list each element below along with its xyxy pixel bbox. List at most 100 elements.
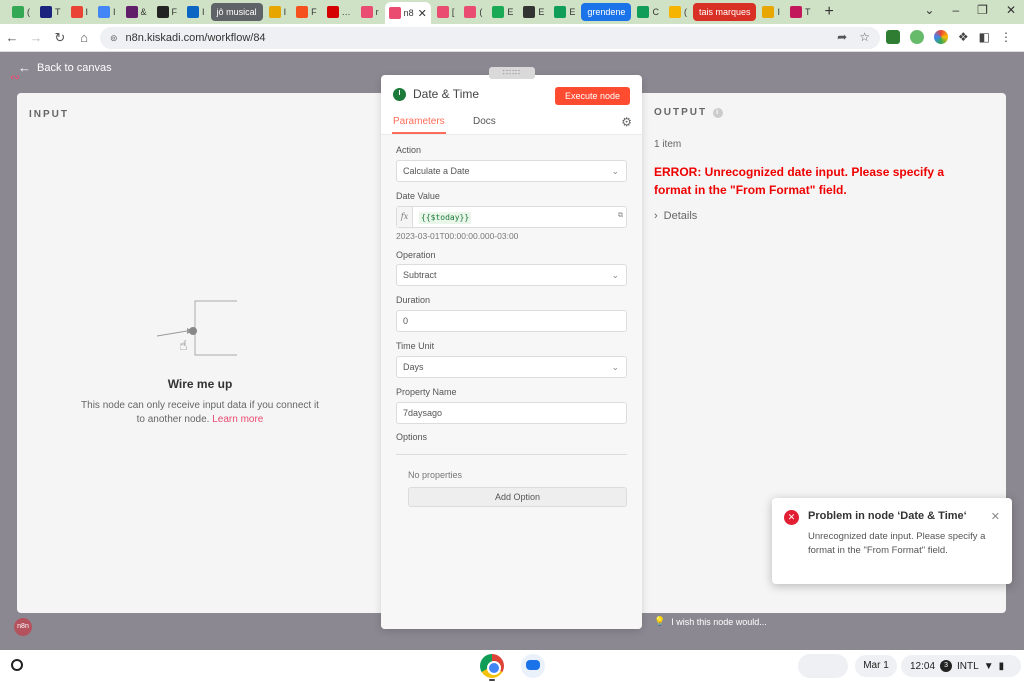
side-panel-icon[interactable]: ◧ — [979, 30, 990, 44]
browser-tab[interactable]: ( — [460, 3, 486, 21]
tab-favicon-icon — [98, 6, 111, 18]
tab-favicon-icon — [637, 6, 650, 18]
execute-node-button[interactable]: Execute node — [554, 87, 630, 105]
close-icon[interactable]: ✕ — [991, 510, 1000, 523]
drag-handle[interactable]: ∷∷∷ — [489, 67, 535, 79]
back-arrow-icon[interactable]: ← — [0, 30, 24, 45]
operation-select[interactable]: Subtract ⌄ — [396, 264, 627, 286]
details-label: Details — [663, 210, 698, 222]
tray-thumbnails[interactable] — [798, 654, 848, 678]
tab-favicon-icon — [296, 6, 309, 18]
browser-tab[interactable]: … — [323, 3, 355, 21]
chevron-down-icon[interactable]: ⌄ — [924, 3, 934, 17]
error-icon: ✕ — [784, 510, 799, 525]
site-info-icon[interactable]: ⊚ — [110, 33, 118, 44]
options-label: Options — [396, 432, 428, 442]
details-toggle[interactable]: › Details — [654, 210, 697, 222]
browser-tab[interactable]: T — [786, 3, 815, 21]
tab-favicon-icon — [156, 6, 169, 18]
toast-title: Problem in node ‘Date & Time‘ — [808, 510, 967, 522]
close-icon[interactable]: ✕ — [1006, 3, 1016, 17]
action-select[interactable]: Calculate a Date ⌄ — [396, 160, 627, 182]
tab-label: F — [311, 7, 317, 17]
launcher-icon[interactable] — [11, 659, 23, 671]
browser-tab[interactable]: jô musical — [210, 3, 263, 21]
browser-tab[interactable]: r — [357, 3, 383, 21]
chevron-right-icon: › — [654, 210, 658, 222]
forward-arrow-icon[interactable]: → — [24, 30, 48, 45]
tab-docs[interactable]: Docs — [473, 116, 496, 127]
browser-tab[interactable]: F — [292, 3, 321, 21]
puzzle-icon[interactable]: ❖ — [958, 30, 969, 44]
new-tab-button[interactable]: + — [824, 3, 833, 21]
browser-tab[interactable]: [ — [433, 3, 459, 21]
node-title[interactable]: Date & Time — [413, 87, 479, 101]
chrome-icon[interactable] — [480, 654, 504, 678]
browser-tab[interactable]: E — [488, 3, 517, 21]
browser-tab[interactable]: grendene — [581, 3, 632, 21]
browser-tab[interactable]: n8 ✕ — [384, 2, 431, 24]
browser-tab[interactable]: I — [758, 3, 784, 21]
learn-more-link[interactable]: Learn more — [212, 414, 263, 425]
share-icon[interactable]: ➦ — [837, 30, 847, 44]
back-to-canvas-link[interactable]: ← Back to canvas — [18, 60, 112, 75]
operation-label: Operation — [396, 250, 436, 260]
property-name-input[interactable]: 7daysago — [396, 402, 627, 424]
add-option-button[interactable]: Add Option — [408, 487, 627, 507]
status-tray[interactable]: 12:04 3 INTL ▼ ▮ — [901, 655, 1021, 677]
bookmark-star-icon[interactable]: ☆ — [859, 30, 870, 44]
reload-icon[interactable]: ↻ — [48, 30, 72, 46]
error-toast: ✕ Problem in node ‘Date & Time‘ ✕ Unreco… — [772, 498, 1012, 584]
browser-tab[interactable]: tais marques — [692, 3, 757, 21]
tab-label: I — [85, 7, 89, 17]
home-icon[interactable]: ⌂ — [72, 30, 96, 45]
browser-tab[interactable]: & — [122, 3, 151, 21]
tab-favicon-icon — [12, 6, 24, 18]
url-field[interactable]: ⊚ n8n.kiskadi.com/workflow/84 ➦ ☆ — [100, 27, 880, 49]
battery-icon: ▮ — [998, 660, 1005, 672]
no-properties-text: No properties — [408, 470, 463, 480]
date-value-expression-field[interactable]: fx {{$today}} ⧉ — [396, 206, 627, 228]
extension-bw-icon[interactable] — [885, 30, 900, 44]
restore-icon[interactable]: ❐ — [977, 3, 988, 17]
browser-tab[interactable]: I — [94, 3, 120, 21]
info-icon[interactable]: i — [713, 107, 724, 118]
gear-icon[interactable]: ⚙ — [621, 115, 632, 129]
tab-close-icon[interactable]: ✕ — [418, 7, 427, 20]
tab-label: E — [507, 7, 514, 17]
tab-label: T — [804, 7, 811, 17]
minimize-icon[interactable]: – — [952, 3, 959, 17]
window-controls: ⌄ – ❐ ✕ — [924, 3, 1016, 17]
extension-color-icon[interactable] — [933, 30, 948, 44]
browser-tab[interactable]: ( — [8, 3, 34, 21]
browser-tab[interactable]: E — [550, 3, 579, 21]
tab-label: ( — [479, 7, 483, 17]
messages-icon[interactable] — [521, 654, 545, 678]
browser-tab[interactable]: I — [183, 3, 209, 21]
browser-tab[interactable]: ( — [665, 3, 691, 21]
error-message: ERROR: Unrecognized date input. Please s… — [654, 165, 945, 197]
wire-connector-icon: ☝ — [157, 300, 237, 356]
wire-me-up-description: This node can only receive input data if… — [77, 399, 323, 427]
browser-tab[interactable]: E — [519, 3, 548, 21]
tab-parameters[interactable]: Parameters — [392, 116, 446, 134]
browser-tab[interactable]: I — [265, 3, 291, 21]
locale-indicator: INTL — [957, 660, 979, 672]
browser-tab[interactable]: C — [633, 3, 663, 21]
expand-icon[interactable]: ⧉ — [618, 206, 623, 226]
browser-tab[interactable]: T — [36, 3, 65, 21]
tab-label: E — [538, 7, 545, 17]
tab-favicon-icon — [40, 6, 52, 18]
browser-tab[interactable]: F — [153, 3, 182, 21]
feedback-link[interactable]: 💡 I wish this node would... — [654, 616, 767, 627]
extension-android-icon[interactable] — [909, 30, 924, 44]
tab-label: n8 — [403, 8, 414, 18]
duration-input[interactable]: 0 — [396, 310, 627, 332]
menu-kebab-icon[interactable]: ⋮ — [1000, 30, 1012, 44]
browser-tab-strip: (T I I & F Ijô musical I F … r n8 ✕ [(E E Egrendene C (t… — [0, 0, 1024, 24]
time-unit-select[interactable]: Days ⌄ — [396, 356, 627, 378]
browser-tab[interactable]: I — [67, 3, 93, 21]
date-pill[interactable]: Mar 1 — [855, 655, 897, 677]
user-avatar[interactable]: n8n — [14, 618, 32, 636]
os-shelf: Mar 1 12:04 3 INTL ▼ ▮ — [0, 650, 1024, 682]
